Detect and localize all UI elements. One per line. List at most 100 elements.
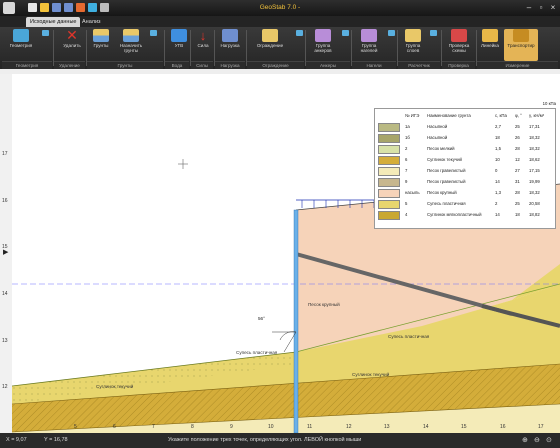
delete-button[interactable]: ✕ Удалить xyxy=(58,27,86,61)
zoom-fit-icon[interactable]: ⊙ xyxy=(546,436,552,444)
fence-button[interactable]: Ограждение xyxy=(250,29,290,61)
x-tick-label: 16 xyxy=(500,424,506,430)
layer-group-button[interactable]: Группа слоев xyxy=(400,29,426,61)
groundwater-button[interactable]: УГВ xyxy=(168,29,190,61)
delete-x-icon: ✕ xyxy=(66,27,78,43)
legend-c: 0 xyxy=(495,168,498,173)
force-button[interactable]: ↓ Сила xyxy=(192,29,214,61)
legend-name: Песок гравелистый xyxy=(427,168,466,173)
tab-analysis[interactable]: Анализ xyxy=(78,17,105,27)
tab-input-data[interactable]: Исходные данные xyxy=(26,17,81,27)
nail-group-label: Группа нагелей xyxy=(360,43,378,53)
group-fence: Ограждение xyxy=(247,61,304,69)
x-tick-label: 13 xyxy=(384,424,390,430)
soil-label: Суглинок текучий xyxy=(96,384,134,389)
ribbon: Геометрия ✕ Удалить Грунты Назначить гру… xyxy=(0,27,560,69)
legend-row[interactable]: 2 Песок мелкий 1,5 28 18,32 xyxy=(375,144,555,154)
protractor-label: Транспортир xyxy=(507,43,535,48)
legend-phi: 25 xyxy=(515,124,520,129)
legend-swatch xyxy=(378,156,400,165)
nail-edit-icon[interactable] xyxy=(388,30,395,36)
assign-soils-icon xyxy=(123,29,139,42)
legend-c: 10 xyxy=(495,157,500,162)
x-tick-label: 17 xyxy=(538,424,544,430)
check-scheme-label: Проверка схемы xyxy=(448,43,470,53)
soil-label: Супесь пластичная xyxy=(388,334,430,339)
protractor-icon xyxy=(513,29,529,42)
legend-row[interactable]: 6 Суглинок текучий 10 12 18,62 xyxy=(375,155,555,165)
legend-row[interactable]: 4 Суглинок мягкопластичный 14 18 18,82 xyxy=(375,210,555,220)
legend-swatch xyxy=(378,200,400,209)
legend-name: Суглинок мягкопластичный xyxy=(427,212,482,217)
layer-group-label: Группа слоев xyxy=(405,43,421,53)
legend-gamma: 18,32 xyxy=(529,146,540,151)
legend-name: Песок крупный xyxy=(427,190,457,195)
legend-row[interactable]: 7 Песок гравелистый 0 27 17,15 xyxy=(375,166,555,176)
anchor-group-button[interactable]: Группа анкеров xyxy=(308,29,338,61)
anchor-group-label: Группа анкеров xyxy=(314,43,332,53)
close-icon[interactable]: × xyxy=(548,3,558,12)
legend-header-phi: φ, ° xyxy=(515,113,522,118)
legend-phi: 31 xyxy=(515,179,520,184)
legend-swatch xyxy=(378,123,400,132)
soil-label: Суглинок текучий xyxy=(352,372,390,377)
legend-id: 1а xyxy=(405,124,410,129)
soils-edit-icon[interactable] xyxy=(150,30,157,36)
group-anchors: Анкеры xyxy=(306,61,350,69)
x-tick-label: 15 xyxy=(461,424,467,430)
legend-id: 4 xyxy=(405,212,408,217)
load-button[interactable]: Нагрузка xyxy=(216,29,244,61)
edit-icon[interactable] xyxy=(42,30,49,36)
assign-soils-button[interactable]: Назначить грунты xyxy=(116,29,146,61)
legend-row[interactable]: 1б Насыпной 18 26 18,32 xyxy=(375,133,555,143)
zoom-in-icon[interactable]: ⊕ xyxy=(522,436,528,444)
fence-edit-icon[interactable] xyxy=(296,30,303,36)
y-tick-label: 15 xyxy=(2,244,8,250)
minimize-icon[interactable]: – xyxy=(524,3,534,12)
y-tick-label: 17 xyxy=(2,151,8,157)
geometry-icon xyxy=(13,29,29,42)
legend-gamma: 18,82 xyxy=(529,212,540,217)
legend-row[interactable]: 5 Супесь пластичная 2 25 20,58 xyxy=(375,199,555,209)
legend-gamma: 20,58 xyxy=(529,201,540,206)
legend-phi: 28 xyxy=(515,190,520,195)
delete-label: Удалить xyxy=(63,43,81,48)
y-tick-label: 16 xyxy=(2,198,8,204)
assign-soils-label: Назначить грунты xyxy=(119,43,143,53)
legend-c: 1,5 xyxy=(495,146,501,151)
zoom-out-icon[interactable]: ⊖ xyxy=(534,436,540,444)
soils-button[interactable]: Грунты xyxy=(88,29,114,61)
groundwater-label: УГВ xyxy=(174,43,184,48)
geometry-button[interactable]: Геометрия xyxy=(4,29,38,61)
check-scheme-button[interactable]: Проверка схемы xyxy=(444,29,474,61)
y-tick-label: 13 xyxy=(2,338,8,344)
legend-c: 14 xyxy=(495,179,500,184)
x-tick-label: 8 xyxy=(191,424,194,430)
legend-row[interactable]: 1а Насыпной 2,7 25 17,31 xyxy=(375,122,555,132)
legend-swatch xyxy=(378,145,400,154)
legend-id: 6 xyxy=(405,157,408,162)
maximize-icon[interactable]: ▫ xyxy=(536,3,546,12)
legend-id: 9 xyxy=(405,179,408,184)
force-label: Сила xyxy=(197,43,209,48)
legend-name: Песок гравелистый xyxy=(427,179,466,184)
layer-edit-icon[interactable] xyxy=(430,30,437,36)
soils-label: Грунты xyxy=(93,43,109,48)
legend-row[interactable]: 9 Песок гравелистый 14 31 19,99 xyxy=(375,177,555,187)
legend-gamma: 18,32 xyxy=(529,135,540,140)
load-icon xyxy=(222,29,238,42)
group-calculator: Расчетчик xyxy=(398,61,440,69)
protractor-button[interactable]: Транспортир xyxy=(504,29,538,61)
legend-gamma: 18,62 xyxy=(529,157,540,162)
x-tick-label: 7 xyxy=(152,424,155,430)
nail-group-button[interactable]: Группа нагелей xyxy=(354,29,384,61)
y-tick-label: 12 xyxy=(2,384,8,390)
legend-header: № ИГЭ Наименование грунта c, кПа φ, ° γ,… xyxy=(375,111,555,121)
force-arrow-icon: ↓ xyxy=(199,28,207,43)
legend-phi: 18 xyxy=(515,212,520,217)
legend-row[interactable]: насыпь Песок крупный 1,3 28 18,32 xyxy=(375,188,555,198)
anchor-edit-icon[interactable] xyxy=(342,30,349,36)
x-tick-label: 14 xyxy=(423,424,429,430)
ruler-button[interactable]: Линейка xyxy=(478,29,502,61)
x-tick-label: 5 xyxy=(74,424,77,430)
